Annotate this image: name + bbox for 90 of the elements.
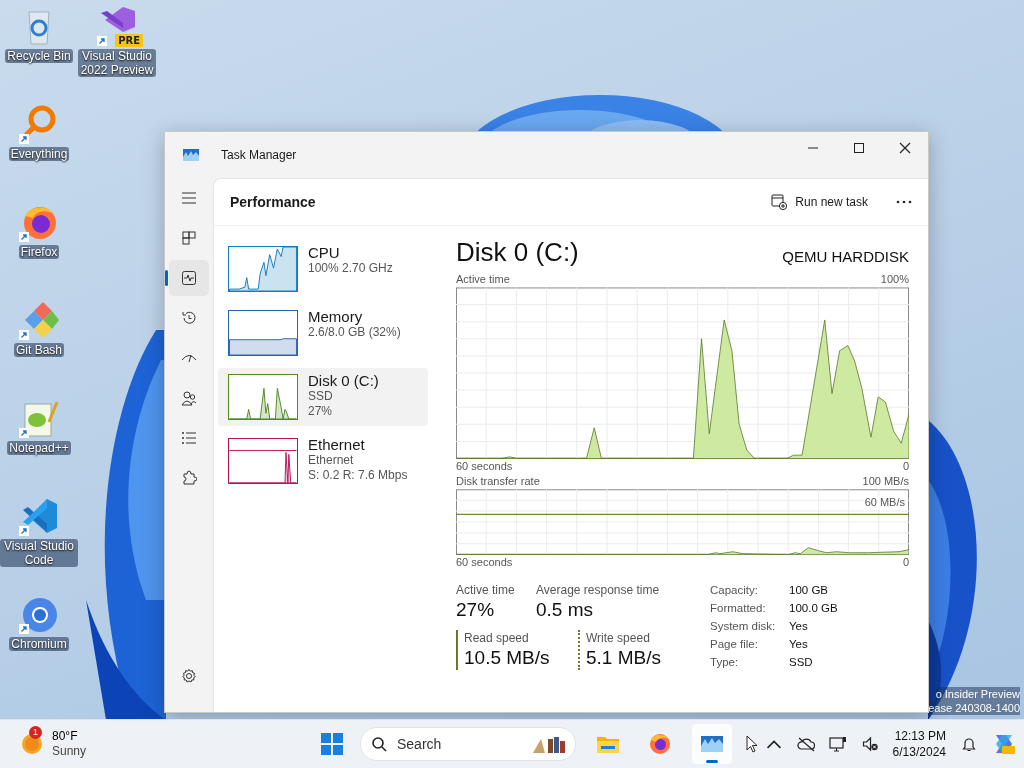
property-label: Formatted: [710,601,767,616]
page-title: Performance [230,194,316,210]
icon-label[interactable]: Visual Studio 2022 Preview [78,49,156,77]
build-info-text: ease 240308-1400 [928,701,1020,716]
property-value: Yes [789,619,809,634]
icon-label[interactable]: Recycle Bin [5,49,73,63]
stat-label: Write speed [586,630,651,646]
device-name: CPU [308,244,341,261]
build-info-text: o Insider Preview [935,687,1020,702]
new-task-icon [771,194,788,210]
settings-icon[interactable] [181,668,197,684]
badge: PRE [115,34,143,47]
property-value: Yes [789,637,809,652]
speaker-muted-icon[interactable] [860,736,879,753]
property-value: 100.0 GB [789,601,838,616]
performance-icon [181,270,197,286]
stat-label: Read speed [464,630,530,646]
legend-line [578,630,580,670]
graph-label: 60 seconds [456,555,513,570]
property-label: Type: [710,655,740,670]
device-detail: SSD [308,389,334,404]
taskbar-app[interactable] [692,724,732,765]
infinity-ribbon-icon[interactable] [101,7,135,32]
graph-label: 100% [880,272,909,287]
stat-value: 10.5 MB/s [464,646,550,670]
stat-value: 5.1 MB/s [586,646,661,670]
device-detail: 2.6/8.0 GB (32%) [308,325,401,340]
start-button[interactable] [320,732,344,757]
device-name: Ethernet [308,436,366,453]
icon-label[interactable]: Visual Studio Code [0,539,78,567]
notification-badge: 1 [29,726,42,740]
graph-label: 60 MB/s [864,496,905,509]
fox-globe-icon[interactable] [24,207,56,239]
icon-label[interactable]: Chromium [9,637,69,651]
device-detail: Ethernet [308,453,355,468]
recycle-bin-icon[interactable] [28,11,50,45]
ring-globe-icon[interactable] [23,598,57,632]
device-item[interactable]: Disk 0 (C:) SSD 27% [218,368,428,426]
temperature: 80°F [52,729,79,745]
fox-globe-icon [648,732,672,757]
puzzle-icon [181,470,197,486]
graph-label: 60 seconds [456,459,513,474]
search-input[interactable]: Search [395,735,523,754]
device-title: Disk 0 (C:) [456,236,579,268]
device-name: Disk 0 (C:) [308,372,379,389]
property-value: 100 GB [789,583,829,598]
mouse-pointer-icon [746,735,758,754]
property-value: SSD [789,655,814,670]
device-detail: S: 0.2 R: 7.6 Mbps [308,468,408,483]
history-icon [181,310,197,326]
monitor-icon[interactable] [828,736,847,753]
device-detail: 27% [308,404,334,419]
more-options-icon[interactable] [896,200,912,204]
users-icon [181,390,197,406]
diamond-tiles-icon[interactable] [25,302,59,338]
device-item[interactable]: Ethernet Ethernet S: 0.2 R: 7.6 Mbps [218,432,428,490]
graph-label: Disk transfer rate [456,474,540,489]
search-icon [371,736,387,753]
bell-icon[interactable] [960,736,978,753]
device-model: QEMU HARDDISK [782,247,909,267]
clock[interactable]: 12:13 PM 6/13/2024 [892,728,946,761]
stat-value: 0.5 ms [536,598,595,622]
device-name: Memory [308,308,364,325]
device-item[interactable]: Memory 2.6/8.0 GB (32%) [218,304,428,362]
list-icon [181,430,197,446]
stat-label: Average response time [536,582,660,598]
graph-label: Active time [456,272,510,287]
property-label: System disk: [710,619,777,634]
notepad-icon[interactable] [24,401,59,437]
menu-icon[interactable] [181,190,197,206]
window-title: Task Manager [221,148,298,162]
cloud-off-icon[interactable] [796,736,815,753]
code-ribbon-icon[interactable] [23,499,57,533]
weather-condition: Sunny [52,744,87,760]
legend-line [456,630,458,670]
stat-value: 27% [456,598,496,622]
device-detail: 100% 2.70 GHz [308,261,393,276]
property-label: Page file: [710,637,759,652]
graph-label: 0 [902,555,909,570]
icon-label[interactable]: Git Bash [14,343,64,357]
graph-label: 0 [902,459,909,474]
run-new-task-button[interactable]: Run new task [765,190,874,214]
stat-label: Active time [456,582,516,598]
task-manager-icon [183,149,199,161]
graph-label: 100 MB/s [862,474,909,489]
device-item[interactable]: CPU 100% 2.70 GHz [218,240,428,298]
search-field[interactable]: Search [360,727,576,762]
processes-icon [181,230,197,246]
property-label: Capacity: [710,583,759,598]
icon-label[interactable]: Notepad++ [7,441,71,455]
